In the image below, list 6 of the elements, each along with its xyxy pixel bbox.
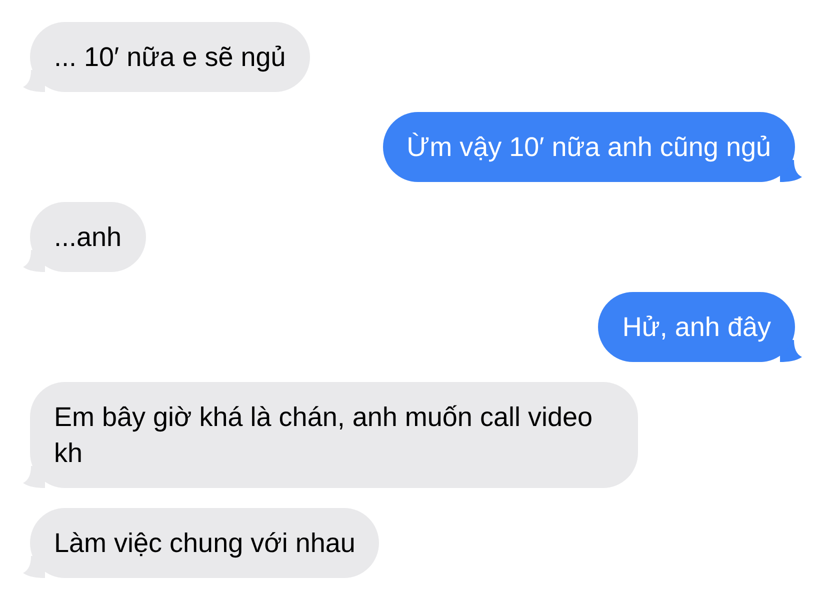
message-bubble: ... 10′ nữa e sẽ ngủ xyxy=(30,22,310,92)
message-bubble: Làm việc chung với nhau xyxy=(30,508,380,578)
message-bubble: Hử, anh đây xyxy=(598,292,795,362)
message-bubble: Ừm vậy 10′ nữa anh cũng ngủ xyxy=(382,112,795,182)
message-bubble: ...anh xyxy=(30,202,146,272)
message-bubble: Em bây giờ khá là chán, anh muốn call video kh xyxy=(30,382,638,488)
